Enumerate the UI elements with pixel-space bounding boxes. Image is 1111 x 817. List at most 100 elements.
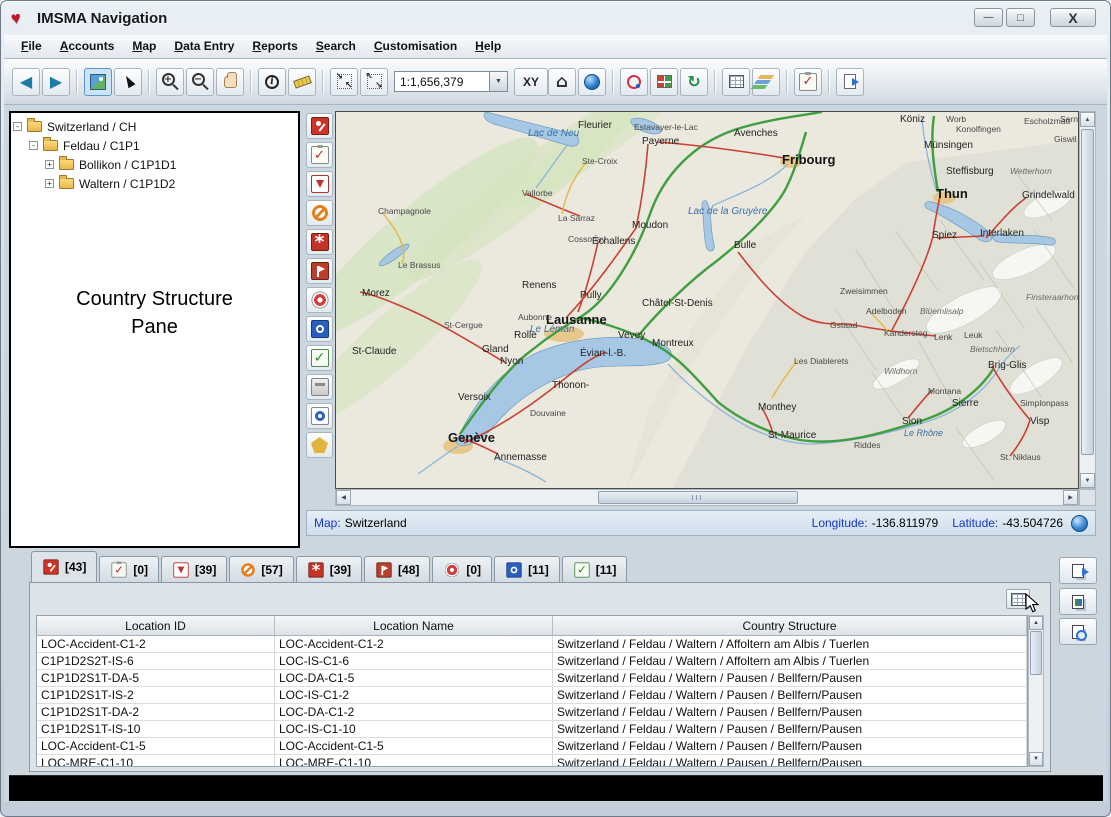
- tab-victims[interactable]: [39]: [161, 556, 227, 582]
- menu-item-map[interactable]: Map: [123, 35, 165, 58]
- tab-accidents[interactable]: [43]: [31, 551, 97, 582]
- scroll-thumb[interactable]: [598, 491, 798, 504]
- view-report-button[interactable]: [1059, 618, 1097, 645]
- identify-button[interactable]: i: [258, 68, 286, 96]
- table-row[interactable]: C1P1D2S1T-IS-10 LOC-IS-C1-10 Switzerland…: [37, 721, 1027, 738]
- export-pages-icon: [1072, 564, 1084, 578]
- theme-manager-button[interactable]: [650, 68, 678, 96]
- layer-icon: [311, 437, 328, 453]
- tab-hazard-reductions[interactable]: [48]: [364, 556, 430, 582]
- export-selected-button[interactable]: [1059, 588, 1097, 615]
- tab-locations[interactable]: [11]: [494, 556, 560, 582]
- tab-mre[interactable]: [0]: [432, 556, 492, 582]
- cell-country-structure: Switzerland / Feldau / Waltern / Pausen …: [553, 721, 1027, 737]
- time-filter-button[interactable]: [306, 403, 333, 429]
- layer-control-button[interactable]: [752, 68, 780, 96]
- pan-button[interactable]: [216, 68, 244, 96]
- table-row[interactable]: C1P1D2S1T-DA-2 LOC-DA-C1-2 Switzerland /…: [37, 704, 1027, 721]
- results-panel: Location ID Location Name Country Struct…: [29, 582, 1051, 772]
- layer-checklists-toggle[interactable]: ✓: [306, 142, 333, 168]
- tab-hazards[interactable]: [57]: [229, 556, 293, 582]
- layer-locations-toggle[interactable]: [306, 316, 333, 342]
- tab-checklists[interactable]: ✓ [0]: [99, 556, 159, 582]
- xy-goto-button[interactable]: XY: [514, 68, 548, 96]
- scale-combobox[interactable]: 1:1,656,379: [394, 71, 508, 92]
- layer-victims-toggle[interactable]: [306, 171, 333, 197]
- column-header-location-name[interactable]: Location Name: [275, 616, 553, 635]
- tab-mines[interactable]: * [39]: [296, 556, 362, 582]
- table-row[interactable]: LOC-Accident-C1-2 LOC-Accident-C1-2 Swit…: [37, 636, 1027, 653]
- map-vertical-scrollbar[interactable]: ▲ ▼: [1079, 111, 1096, 489]
- table-row[interactable]: LOC-Accident-C1-5 LOC-Accident-C1-5 Swit…: [37, 738, 1027, 755]
- column-header-country-structure[interactable]: Country Structure: [553, 616, 1027, 635]
- select-tool-button[interactable]: [114, 68, 142, 96]
- toolbar-icon: +: [162, 73, 175, 86]
- refresh-map-button[interactable]: ↻: [680, 68, 708, 96]
- combo-dropdown-icon[interactable]: [490, 71, 508, 92]
- scroll-left-button[interactable]: ◀: [336, 490, 351, 505]
- tree-node[interactable]: - Feldau / C1P1: [13, 136, 296, 155]
- window-controls: — □ X: [974, 8, 1096, 27]
- layer-completed-toggle[interactable]: ✓: [306, 345, 333, 371]
- export-table-button[interactable]: [1059, 557, 1097, 584]
- maximize-button[interactable]: □: [1006, 8, 1035, 27]
- map-horizontal-scrollbar[interactable]: ◀ ▶: [335, 489, 1079, 506]
- table-row[interactable]: C1P1D2S2T-IS-6 LOC-IS-C1-6 Switzerland /…: [37, 653, 1027, 670]
- map-canvas[interactable]: Lausanne Genève Fribourg Thun Vevey Mont…: [335, 111, 1079, 489]
- scroll-thumb[interactable]: [1081, 129, 1094, 455]
- scroll-thumb[interactable]: [1030, 631, 1042, 675]
- zoom-to-selected-button[interactable]: [330, 68, 358, 96]
- measure-button[interactable]: [288, 68, 316, 96]
- menu-item-data-entry[interactable]: Data Entry: [165, 35, 243, 58]
- back-button[interactable]: ◀: [12, 68, 40, 96]
- menu-item-customisation[interactable]: Customisation: [365, 35, 466, 58]
- table-row[interactable]: C1P1D2S1T-IS-2 LOC-IS-C1-2 Switzerland /…: [37, 687, 1027, 704]
- tab-completed[interactable]: ✓ [11]: [562, 556, 628, 582]
- checklist-button[interactable]: ✓: [794, 68, 822, 96]
- menu-item-search[interactable]: Search: [307, 35, 365, 58]
- column-header-location-id[interactable]: Location ID: [37, 616, 275, 635]
- polygon-select-button[interactable]: [306, 432, 333, 458]
- layer-hazards-toggle[interactable]: [306, 200, 333, 226]
- tree-node[interactable]: + Waltern / C1P1D2: [13, 174, 296, 193]
- close-button[interactable]: X: [1050, 8, 1096, 27]
- scroll-down-button[interactable]: ▼: [1080, 473, 1095, 488]
- menu-item-accounts[interactable]: Accounts: [51, 35, 124, 58]
- menu-item-help[interactable]: Help: [466, 35, 510, 58]
- tree-expander-icon[interactable]: +: [45, 179, 54, 188]
- world-map-button[interactable]: [578, 68, 606, 96]
- table-row[interactable]: C1P1D2S1T-DA-5 LOC-DA-C1-5 Switzerland /…: [37, 670, 1027, 687]
- menu-item-file[interactable]: File: [12, 35, 51, 58]
- layer-mre-toggle[interactable]: [306, 287, 333, 313]
- table-row[interactable]: LOC-MRE-C1-10 LOC-MRE-C1-10 Switzerland …: [37, 755, 1027, 767]
- layer-hazard-reductions-toggle[interactable]: [306, 258, 333, 284]
- scroll-down-button[interactable]: ▼: [1029, 752, 1043, 766]
- zoom-in-button[interactable]: +: [156, 68, 184, 96]
- table-vertical-scrollbar[interactable]: ▲ ▼: [1028, 615, 1044, 767]
- home-extent-button[interactable]: ⌂: [548, 68, 576, 96]
- tree-expander-icon[interactable]: -: [13, 122, 22, 131]
- attribute-table-button[interactable]: [722, 68, 750, 96]
- layer-mines-toggle[interactable]: *: [306, 229, 333, 255]
- tree-node[interactable]: - Switzerland / CH: [13, 117, 296, 136]
- scroll-right-button[interactable]: ▶: [1063, 490, 1078, 505]
- menu-item-reports[interactable]: Reports: [243, 35, 306, 58]
- table-options-button[interactable]: [1006, 589, 1030, 609]
- minimize-button[interactable]: —: [974, 8, 1003, 27]
- data-entry-form-button[interactable]: [836, 68, 864, 96]
- show-on-map-button[interactable]: [84, 68, 112, 96]
- print-map-button[interactable]: [306, 374, 333, 400]
- zoom-to-full-extent-button[interactable]: [360, 68, 388, 96]
- forward-button[interactable]: ▶: [42, 68, 70, 96]
- title-bar[interactable]: IMSMA Navigation — □ X: [1, 1, 1110, 35]
- zoom-out-button[interactable]: −: [186, 68, 214, 96]
- tree-expander-icon[interactable]: -: [29, 141, 38, 150]
- select-by-circle-button[interactable]: [620, 68, 648, 96]
- tab-count: [39]: [195, 563, 216, 577]
- tree-expander-icon[interactable]: +: [45, 160, 54, 169]
- scroll-up-button[interactable]: ▲: [1029, 616, 1043, 630]
- layer-accidents-toggle[interactable]: [306, 113, 333, 139]
- globe-icon[interactable]: [1071, 515, 1088, 532]
- tree-node[interactable]: + Bollikon / C1P1D1: [13, 155, 296, 174]
- scroll-up-button[interactable]: ▲: [1080, 112, 1095, 127]
